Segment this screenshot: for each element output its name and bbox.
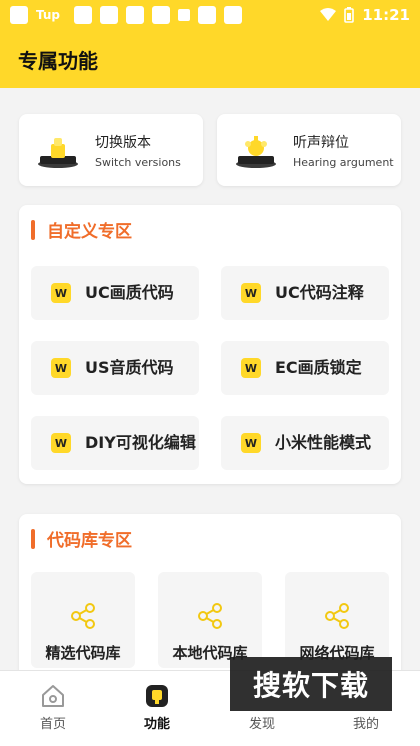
wifi-icon <box>320 8 337 21</box>
notification-icon <box>152 6 170 24</box>
tile-label: UC代码注释 <box>275 283 364 302</box>
w-app-icon: W <box>241 283 261 303</box>
section-header: 自定义专区 <box>31 217 132 242</box>
share-icon <box>71 603 95 629</box>
share-icon <box>325 603 349 629</box>
switch-version-icon <box>35 130 81 170</box>
w-app-icon: W <box>51 283 71 303</box>
notification-icon <box>100 6 118 24</box>
uc-quality-code-button[interactable]: W UC画质代码 <box>31 266 199 320</box>
tile-label: 小米性能模式 <box>275 433 372 452</box>
hearing-icon <box>233 130 279 170</box>
card-title: 切换版本 <box>95 134 151 151</box>
notification-icon <box>224 6 242 24</box>
clock: 11:21 <box>362 6 410 24</box>
card-subtitle: Switch versions <box>95 155 181 169</box>
carrier-label: Tup <box>36 8 60 22</box>
w-app-icon: W <box>51 358 71 378</box>
hearing-argument-card[interactable]: 听声辩位 Hearing argument <box>217 114 401 186</box>
us-sound-code-button[interactable]: W US音质代码 <box>31 341 199 395</box>
w-app-icon: W <box>241 358 261 378</box>
custom-zone-panel: 自定义专区 W UC画质代码 W UC代码注释 W US音质代码 W EC画质锁… <box>19 205 401 484</box>
section-title: 代码库专区 <box>47 531 132 551</box>
w-app-icon: W <box>51 433 71 453</box>
notification-icon <box>178 9 190 21</box>
notification-icon <box>198 6 216 24</box>
notification-icon <box>126 6 144 24</box>
notification-icon <box>74 6 92 24</box>
w-app-icon: W <box>241 433 261 453</box>
section-accent-bar <box>31 219 35 240</box>
featured-library-button[interactable]: 精选代码库 <box>31 572 135 668</box>
tile-label: EC画质锁定 <box>275 358 362 377</box>
watermark-text: 搜软下载 <box>252 669 369 702</box>
battery-icon <box>344 7 355 23</box>
tile-label: DIY可视化编辑 <box>85 433 196 452</box>
card-title: 听声辩位 <box>293 134 349 151</box>
status-bar: Tup 11:21 <box>0 0 420 30</box>
network-library-button[interactable]: 网络代码库 <box>285 572 389 668</box>
section-header: 代码库专区 <box>31 526 132 551</box>
home-icon <box>42 685 64 707</box>
features-icon <box>146 685 168 707</box>
tab-features[interactable]: 功能 <box>117 671 197 746</box>
section-title: 自定义专区 <box>47 222 132 242</box>
gallery-icon <box>10 6 28 24</box>
local-library-button[interactable]: 本地代码库 <box>158 572 262 668</box>
tile-label: US音质代码 <box>85 358 174 377</box>
watermark-overlay: 搜软下载 <box>230 657 392 711</box>
tab-label: 首页 <box>39 717 66 732</box>
xiaomi-performance-button[interactable]: W 小米性能模式 <box>221 416 389 470</box>
card-subtitle: Hearing argument <box>293 155 394 169</box>
tab-label: 发现 <box>248 717 275 732</box>
share-icon <box>198 603 222 629</box>
app-header: 专属功能 <box>0 30 420 88</box>
tab-label: 我的 <box>352 717 379 732</box>
page-title: 专属功能 <box>18 48 98 73</box>
ec-quality-lock-button[interactable]: W EC画质锁定 <box>221 341 389 395</box>
uc-code-comment-button[interactable]: W UC代码注释 <box>221 266 389 320</box>
tab-label: 功能 <box>143 717 170 732</box>
tile-label: UC画质代码 <box>85 283 174 302</box>
tab-home[interactable]: 首页 <box>13 671 93 746</box>
switch-versions-card[interactable]: 切换版本 Switch versions <box>19 114 203 186</box>
section-accent-bar <box>31 528 35 549</box>
diy-visual-edit-button[interactable]: W DIY可视化编辑 <box>31 416 199 470</box>
library-label: 精选代码库 <box>45 644 121 662</box>
